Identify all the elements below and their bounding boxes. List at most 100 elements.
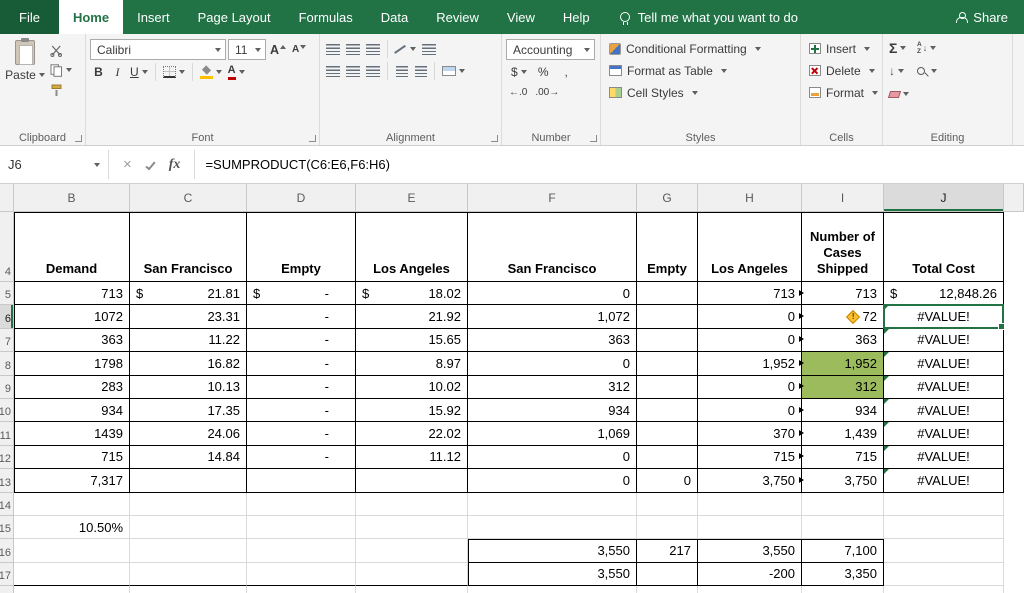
row-header-16[interactable]: 16	[0, 539, 14, 563]
font-size-select[interactable]: 11	[228, 39, 266, 60]
decrease-font-size-button[interactable]: A	[290, 40, 308, 60]
cell-F12[interactable]: 0	[468, 445, 637, 470]
row-header-12[interactable]: 12	[0, 445, 14, 470]
accounting-format-button[interactable]: $	[509, 62, 529, 82]
cell-C4[interactable]: San Francisco	[130, 212, 247, 282]
cell-G17[interactable]	[637, 562, 698, 587]
cell-E10[interactable]: 15.92	[356, 399, 468, 423]
cell-G6[interactable]	[637, 305, 698, 329]
format-as-table-button[interactable]: Format as Table	[606, 60, 795, 81]
cell-E5[interactable]: $18.02	[356, 282, 468, 306]
cell-J6[interactable]: #VALUE!	[884, 305, 1004, 329]
cell-J18[interactable]	[884, 586, 1004, 593]
cell-G15[interactable]	[637, 516, 698, 540]
cell-F14[interactable]	[468, 492, 637, 516]
formula-input[interactable]: =SUMPRODUCT(C6:E6,F6:H6)	[195, 146, 1024, 183]
tab-home[interactable]: Home	[58, 0, 124, 34]
cell-I15[interactable]	[802, 516, 884, 540]
row-header-10[interactable]: 10	[0, 399, 14, 423]
cell-I7[interactable]: 363	[802, 328, 884, 353]
cell-H17[interactable]: -200	[698, 562, 802, 587]
cell-J7[interactable]: #VALUE!	[884, 328, 1004, 353]
cell-E15[interactable]	[356, 516, 468, 540]
cell-G12[interactable]	[637, 445, 698, 470]
cell-H18[interactable]	[698, 586, 802, 593]
cell-E11[interactable]: 22.02	[356, 422, 468, 446]
column-header-C[interactable]: C	[130, 184, 247, 212]
cell-B6[interactable]: 1072	[14, 305, 130, 329]
cell-I12[interactable]: 715	[802, 445, 884, 470]
cell-D17[interactable]	[247, 562, 356, 587]
italic-button[interactable]: I	[109, 62, 126, 82]
cell-I10[interactable]: 934	[802, 399, 884, 423]
cell-H10[interactable]: 0	[698, 399, 804, 423]
enter-check-icon[interactable]	[145, 159, 156, 170]
cell-D4[interactable]: Empty	[247, 212, 356, 282]
cell-J10[interactable]: #VALUE!	[884, 399, 1004, 423]
error-warning-icon[interactable]: !	[845, 309, 860, 324]
cell-C10[interactable]: 17.35	[130, 399, 247, 423]
decrease-decimal-button[interactable]: .00→	[532, 84, 562, 100]
autosum-button[interactable]: Σ	[889, 39, 909, 57]
cell-I18[interactable]	[802, 586, 884, 593]
cell-C11[interactable]: 24.06	[130, 422, 247, 446]
dialog-launcher-icon[interactable]	[590, 135, 597, 142]
cut-button[interactable]	[48, 42, 74, 58]
cell-G18[interactable]	[637, 586, 698, 593]
cell-C5[interactable]: $21.81	[130, 282, 247, 306]
format-cells-button[interactable]: Format	[806, 82, 879, 103]
cell-F6[interactable]: 1,072	[468, 305, 637, 329]
cell-C7[interactable]: 11.22	[130, 328, 247, 353]
cell-F4[interactable]: San Francisco	[468, 212, 637, 282]
cell-D16[interactable]	[247, 539, 356, 563]
cancel-icon[interactable]: ×	[123, 156, 132, 173]
tell-me-box[interactable]: Tell me what you want to do	[619, 0, 798, 34]
cell-J4[interactable]: Total Cost	[884, 212, 1004, 282]
cell-E16[interactable]	[356, 539, 468, 563]
row-header-7[interactable]: 7	[0, 328, 14, 353]
cell-F11[interactable]: 1,069	[468, 422, 637, 446]
row-header-11[interactable]: 11	[0, 422, 14, 446]
cell-F9[interactable]: 312	[468, 375, 637, 399]
cell-E7[interactable]: 15.65	[356, 328, 468, 353]
cell-G4[interactable]: Empty	[637, 212, 698, 282]
cell-H5[interactable]: 713	[698, 282, 804, 306]
cell-E17[interactable]	[356, 562, 468, 587]
cell-B12[interactable]: 715	[14, 445, 130, 470]
cell-G8[interactable]	[637, 352, 698, 376]
cell-H16[interactable]: 3,550	[698, 539, 802, 563]
cell-D5[interactable]: $ -	[247, 282, 356, 306]
cell-B5[interactable]: 713	[14, 282, 130, 306]
cell-B15[interactable]: 10.50%	[14, 516, 130, 540]
fill-button[interactable]: ↓	[889, 62, 909, 80]
cell-C8[interactable]: 16.82	[130, 352, 247, 376]
cell-E4[interactable]: Los Angeles	[356, 212, 468, 282]
cell-I4[interactable]: Number of Cases Shipped	[802, 212, 884, 282]
cell-I17[interactable]: 3,350	[802, 562, 884, 587]
cell-B10[interactable]: 934	[14, 399, 130, 423]
cell-I11[interactable]: 1,439	[802, 422, 884, 446]
cell-E12[interactable]: 11.12	[356, 445, 468, 470]
cell-H15[interactable]	[698, 516, 802, 540]
row-header-17[interactable]: 17	[0, 562, 14, 587]
cell-I9[interactable]: 312	[802, 375, 884, 399]
copy-button[interactable]	[48, 62, 74, 78]
orientation-button[interactable]	[393, 39, 418, 59]
tab-help[interactable]: Help	[549, 0, 604, 34]
cell-B9[interactable]: 283	[14, 375, 130, 399]
row-header-8[interactable]: 8	[0, 352, 14, 376]
bold-button[interactable]: B	[90, 62, 107, 82]
column-header-H[interactable]: H	[698, 184, 802, 212]
cell-D8[interactable]: -	[247, 352, 356, 376]
find-select-button[interactable]	[917, 62, 937, 80]
cell-F5[interactable]: 0	[468, 282, 637, 306]
cell-J5[interactable]: $12,848.26	[884, 282, 1004, 306]
cell-E6[interactable]: 21.92	[356, 305, 468, 329]
cell-styles-button[interactable]: Cell Styles	[606, 82, 795, 103]
cell-C9[interactable]: 10.13	[130, 375, 247, 399]
tab-page-layout[interactable]: Page Layout	[184, 0, 285, 34]
cell-C14[interactable]	[130, 492, 247, 516]
cell-B11[interactable]: 1439	[14, 422, 130, 446]
cell-B13[interactable]: 7,317	[14, 469, 130, 493]
cell-C6[interactable]: 23.31	[130, 305, 247, 329]
